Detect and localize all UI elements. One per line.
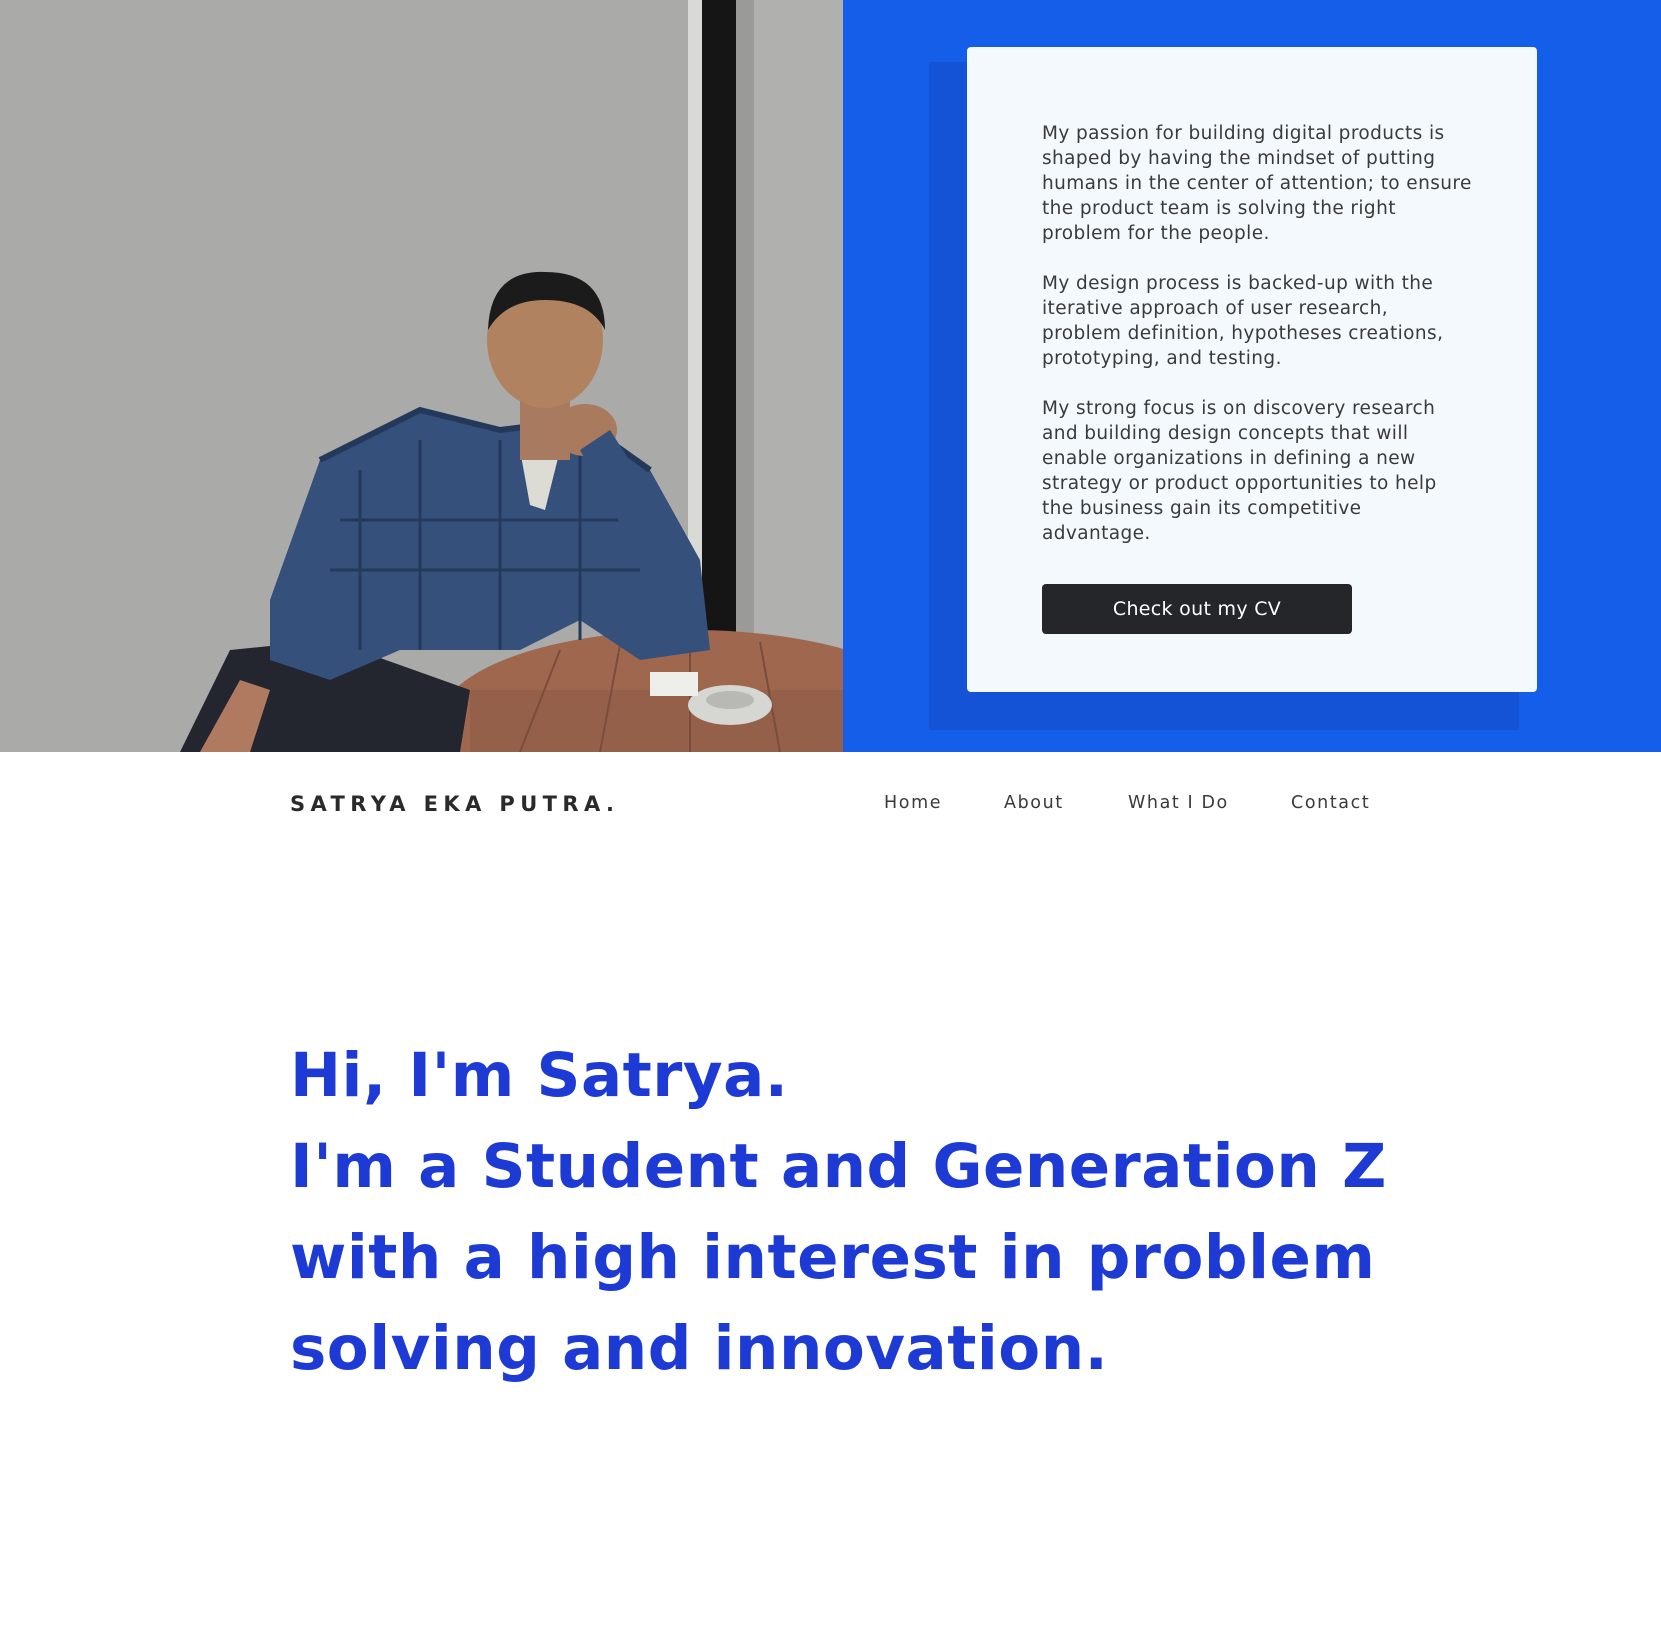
nav-item-home[interactable]: Home (884, 793, 942, 813)
headline-line: I'm a Student and Generation Z (290, 1131, 1387, 1202)
profile-photo (0, 0, 843, 752)
nav-item-contact[interactable]: Contact (1291, 793, 1370, 813)
about-paragraph: My passion for building digital products… (1042, 123, 1472, 244)
hero-section: My passion for building digital products… (0, 0, 1661, 752)
headline-line: with a high interest in problem (290, 1222, 1376, 1293)
about-paragraph: My design process is backed-up with the … (1042, 273, 1444, 369)
check-cv-button[interactable]: Check out my CV (1042, 584, 1352, 634)
site-brand[interactable]: SATRYA EKA PUTRA. (290, 792, 619, 816)
intro-headline: Hi, I'm Satrya. I'm a Student and Genera… (290, 1030, 1390, 1394)
nav-item-what-i-do[interactable]: What I Do (1128, 793, 1229, 813)
nav-item-about[interactable]: About (1004, 793, 1064, 813)
headline-line: Hi, I'm Satrya. (290, 1040, 789, 1111)
headline-line: solving and innovation. (290, 1313, 1109, 1384)
about-text: My passion for building digital products… (1042, 121, 1472, 571)
about-paragraph: My strong focus is on discovery research… (1042, 398, 1437, 544)
about-card: My passion for building digital products… (967, 47, 1537, 692)
